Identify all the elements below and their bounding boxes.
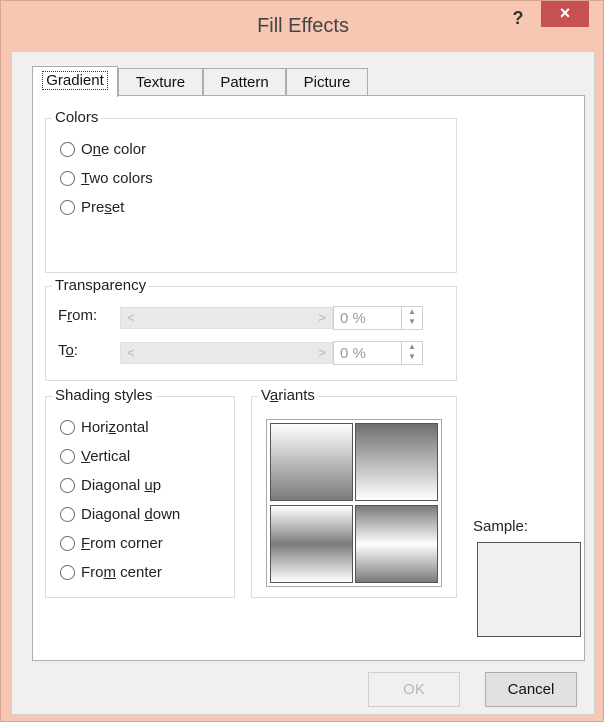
radio-circle-icon bbox=[60, 171, 75, 186]
colors-group: Colors One color Two colors Preset bbox=[45, 109, 457, 273]
radio-circle-icon bbox=[60, 536, 75, 551]
spin-arrows-icon[interactable]: ▲ ▼ bbox=[401, 307, 422, 329]
slider-left-arrow-icon[interactable]: < bbox=[127, 310, 135, 325]
radio-circle-icon bbox=[60, 449, 75, 464]
radio-circle-icon bbox=[60, 142, 75, 157]
transparency-group: Transparency From: < > 0 % ▲ ▼ To: < > 0 … bbox=[45, 277, 457, 381]
tab-texture[interactable]: Texture bbox=[118, 68, 203, 96]
vertical-radio[interactable]: Vertical bbox=[60, 448, 130, 470]
sample-label: Sample: bbox=[473, 518, 529, 535]
tab-picture[interactable]: Picture bbox=[286, 68, 368, 96]
horizontal-radio[interactable]: Horizontal bbox=[60, 419, 149, 441]
from-center-radio[interactable]: From center bbox=[60, 564, 162, 586]
slider-right-arrow-icon[interactable]: > bbox=[318, 310, 326, 325]
gradient-tab-panel: Colors One color Two colors Preset Trans… bbox=[32, 95, 585, 661]
tab-gradient[interactable]: Gradient bbox=[32, 66, 118, 97]
radio-circle-icon bbox=[60, 420, 75, 435]
shading-styles-group-label: Shading styles bbox=[52, 387, 156, 404]
from-transparency-spinbox[interactable]: 0 % ▲ ▼ bbox=[333, 306, 423, 330]
transparency-group-label: Transparency bbox=[52, 277, 150, 294]
preset-radio[interactable]: Preset bbox=[60, 199, 124, 221]
sample-preview bbox=[477, 542, 581, 637]
diagonal-down-radio[interactable]: Diagonal down bbox=[60, 506, 180, 528]
to-transparency-slider[interactable]: < > bbox=[120, 342, 333, 364]
from-transparency-slider[interactable]: < > bbox=[120, 307, 333, 329]
close-button[interactable]: × bbox=[541, 1, 589, 27]
radio-circle-icon bbox=[60, 565, 75, 580]
variant-4[interactable] bbox=[355, 505, 438, 583]
ok-button[interactable]: OK bbox=[368, 672, 460, 707]
one-color-radio[interactable]: One color bbox=[60, 141, 146, 163]
title-bar[interactable]: Fill Effects ? × bbox=[1, 1, 605, 53]
variants-grid bbox=[266, 419, 442, 587]
diagonal-up-radio[interactable]: Diagonal up bbox=[60, 477, 161, 499]
variants-group: Variants bbox=[251, 387, 457, 598]
help-button[interactable]: ? bbox=[507, 7, 529, 29]
tab-pattern[interactable]: Pattern bbox=[203, 68, 286, 96]
spin-arrows-icon[interactable]: ▲ ▼ bbox=[401, 342, 422, 364]
from-label: From: bbox=[58, 307, 98, 324]
two-colors-radio[interactable]: Two colors bbox=[60, 170, 153, 192]
slider-right-arrow-icon[interactable]: > bbox=[318, 345, 326, 360]
close-icon: × bbox=[559, 3, 571, 23]
fill-effects-dialog: Fill Effects ? × Gradient Texture Patter… bbox=[0, 0, 604, 722]
to-transparency-spinbox[interactable]: 0 % ▲ ▼ bbox=[333, 341, 423, 365]
from-transparency-value[interactable]: 0 % bbox=[340, 310, 366, 327]
variant-1[interactable] bbox=[270, 423, 353, 501]
radio-circle-icon bbox=[60, 478, 75, 493]
variant-3[interactable] bbox=[270, 505, 353, 583]
from-corner-radio[interactable]: From corner bbox=[60, 535, 163, 557]
shading-styles-group: Shading styles Horizontal Vertical Diago… bbox=[45, 387, 235, 598]
to-transparency-value[interactable]: 0 % bbox=[340, 345, 366, 362]
dialog-client-area: Gradient Texture Pattern Picture Colors … bbox=[11, 51, 595, 715]
variants-group-label: Variants bbox=[258, 387, 318, 404]
variant-2[interactable] bbox=[355, 423, 438, 501]
cancel-button[interactable]: Cancel bbox=[485, 672, 577, 707]
radio-circle-icon bbox=[60, 200, 75, 215]
radio-circle-icon bbox=[60, 507, 75, 522]
to-label: To: bbox=[58, 342, 79, 359]
colors-group-label: Colors bbox=[52, 109, 102, 126]
slider-left-arrow-icon[interactable]: < bbox=[127, 345, 135, 360]
